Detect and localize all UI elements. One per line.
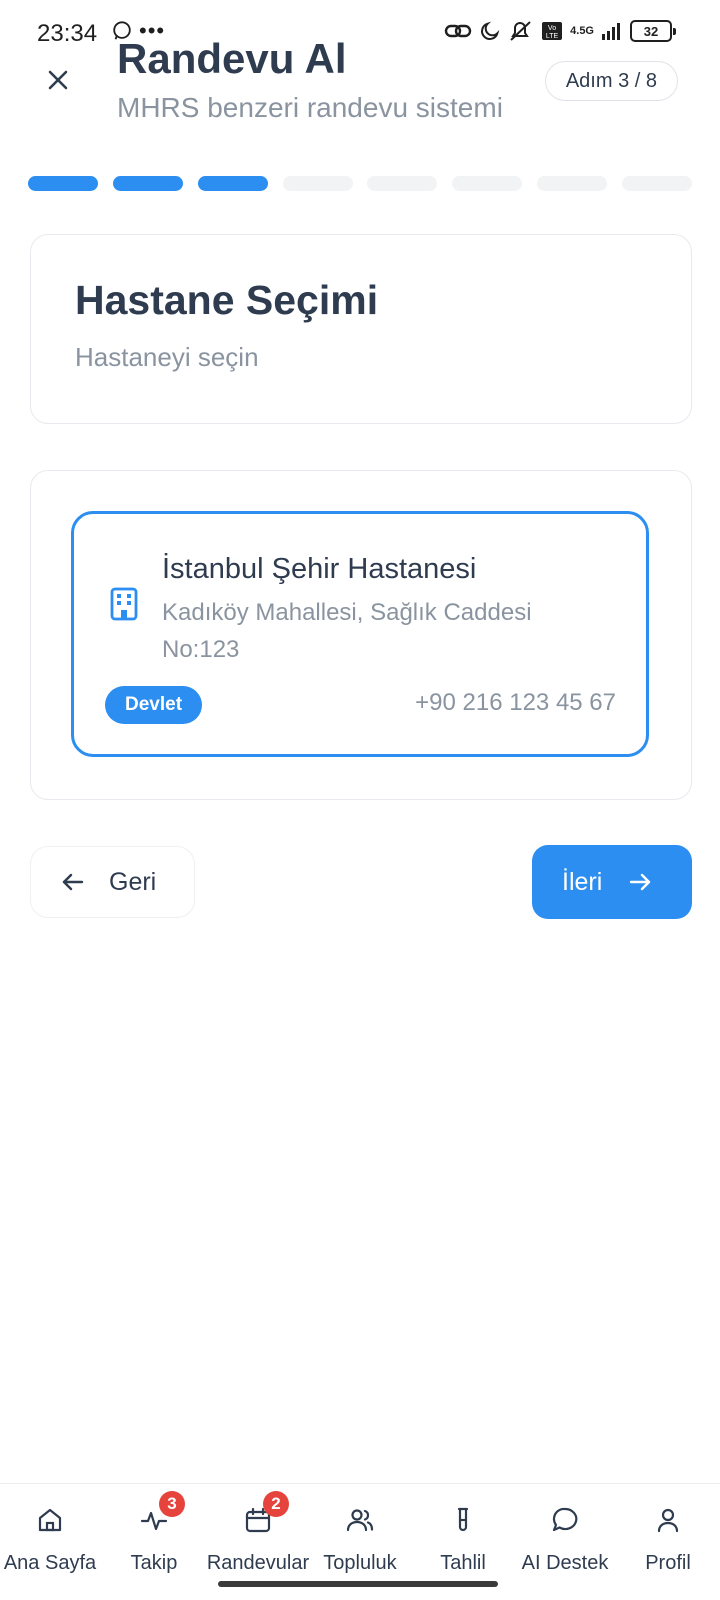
nav-label-lab-results: Tahlil	[440, 1552, 486, 1574]
network-type: 4.5G	[570, 24, 594, 37]
hospital-phone: +90 216 123 45 67	[415, 689, 616, 716]
progress-segment	[621, 176, 692, 191]
nav-item-home[interactable]: Ana Sayfa	[0, 1484, 100, 1600]
nav-item-profile[interactable]: Profil	[618, 1484, 718, 1600]
back-button[interactable]: Geri	[30, 846, 195, 918]
nav-label-appointments: Randevular	[206, 1552, 310, 1574]
progress-segment	[112, 176, 183, 191]
status-bar: 23:34 ••• Vo LTE 4.5G 32	[0, 0, 720, 62]
back-button-label: Geri	[109, 867, 157, 896]
progress-segment	[197, 176, 268, 191]
next-button[interactable]: İleri	[532, 845, 692, 919]
hospital-address: Kadıköy Mahallesi, Sağlık Caddesi No:123	[162, 599, 532, 663]
appointments-badge: 2	[263, 1491, 289, 1517]
system-icons: Vo LTE 4.5G 32	[444, 20, 676, 42]
signal-icon	[602, 23, 620, 40]
users-icon	[345, 1505, 375, 1535]
nav-label-profile: Profil	[645, 1552, 691, 1574]
progress-segment	[537, 176, 608, 191]
test-tube-icon	[448, 1505, 478, 1535]
link-icon	[444, 24, 472, 38]
nav-label-home: Ana Sayfa	[3, 1552, 97, 1574]
hospital-option-selected[interactable]: İstanbul Şehir Hastanesi Kadıköy Mahalle…	[71, 511, 649, 757]
moon-icon	[481, 21, 500, 40]
chat-icon	[550, 1505, 580, 1535]
mute-icon	[510, 21, 531, 41]
next-button-label: İleri	[562, 867, 603, 896]
home-indicator	[218, 1581, 498, 1587]
tracking-badge: 3	[159, 1491, 185, 1517]
close-button[interactable]	[38, 60, 78, 100]
page-subtitle: MHRS benzeri randevu sistemi	[117, 92, 503, 123]
progress-segment	[367, 176, 438, 191]
hospital-type-badge: Devlet	[105, 686, 203, 724]
nav-item-ai-support[interactable]: AI Destek	[515, 1484, 615, 1600]
step-title: Hastane Seçimi	[75, 277, 379, 323]
home-icon	[35, 1505, 65, 1535]
nav-item-tracking[interactable]: 3 Takip	[104, 1484, 204, 1600]
close-icon	[48, 70, 68, 90]
nav-label-community: Topluluk	[323, 1552, 397, 1574]
activity-icon: 3	[139, 1491, 185, 1535]
progress-segment	[28, 176, 98, 191]
arrow-left-icon	[62, 873, 84, 891]
status-time: 23:34	[37, 20, 98, 47]
building-icon	[110, 587, 138, 621]
nav-label-tracking: Takip	[130, 1552, 178, 1574]
calendar-icon: 2	[243, 1491, 289, 1535]
progress-segment	[452, 176, 523, 191]
progress-segment	[282, 176, 353, 191]
step-indicator: Adım 3 / 8	[544, 61, 678, 101]
step-progress	[28, 176, 692, 191]
volte-icon: VoLTE	[542, 22, 563, 40]
page-title: Randevu Al	[117, 35, 347, 82]
user-icon	[653, 1505, 683, 1535]
step-header-card: Hastane Seçimi Hastaneyi seçin	[30, 234, 692, 424]
step-description: Hastaneyi seçin	[75, 342, 259, 372]
arrow-right-icon	[630, 873, 651, 891]
app-screen: 23:34 ••• Vo LTE 4.5G 32 Randevu Al MHRS …	[0, 0, 720, 1600]
hospital-list: İstanbul Şehir Hastanesi Kadıköy Mahalle…	[30, 470, 692, 800]
svg-text:LTE: LTE	[546, 33, 559, 40]
hospital-name: İstanbul Şehir Hastanesi	[162, 553, 477, 585]
battery-icon: 32	[630, 20, 676, 42]
svg-text:Vo: Vo	[548, 25, 556, 32]
nav-label-ai-support: AI Destek	[521, 1552, 609, 1574]
battery-level: 32	[643, 23, 659, 39]
